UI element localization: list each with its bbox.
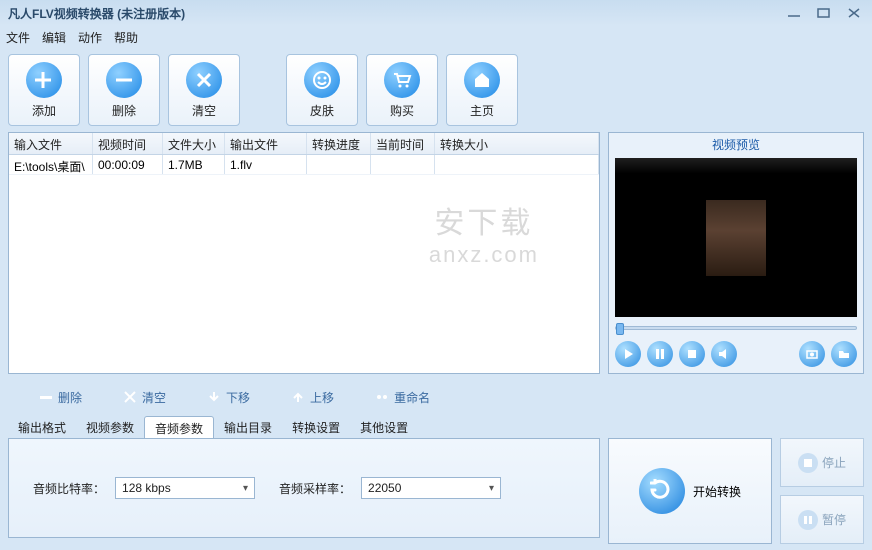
home-button[interactable]: 主页 (446, 54, 518, 126)
stop-icon (798, 453, 818, 473)
th-duration[interactable]: 视频时间 (93, 133, 163, 154)
cell-progress (307, 155, 371, 174)
stop-label: 停止 (822, 454, 846, 471)
th-outsize[interactable]: 转换大小 (435, 133, 599, 154)
convert-icon (639, 468, 685, 514)
skin-label: 皮肤 (310, 102, 334, 119)
start-label: 开始转换 (693, 483, 741, 500)
file-table[interactable]: 输入文件 视频时间 文件大小 输出文件 转换进度 当前时间 转换大小 E:\to… (8, 132, 600, 374)
samplerate-label: 音频采样率： (279, 480, 351, 497)
row-delete-button[interactable]: 删除 (38, 389, 82, 406)
menu-action[interactable]: 动作 (78, 29, 102, 46)
row-clear-button[interactable]: 清空 (122, 389, 166, 406)
plus-icon (26, 62, 62, 98)
chevron-down-icon: ▾ (243, 483, 248, 494)
cell-input: E:\tools\桌面\ (9, 155, 93, 174)
tab-audio-params[interactable]: 音频参数 (144, 416, 214, 438)
minimize-button[interactable] (784, 6, 804, 20)
cell-curtime (371, 155, 435, 174)
pause-label: 暂停 (822, 511, 846, 528)
clear-label: 清空 (192, 102, 216, 119)
th-input[interactable]: 输入文件 (9, 133, 93, 154)
volume-button[interactable] (711, 341, 737, 367)
chevron-down-icon: ▾ (489, 483, 494, 494)
delete-label: 删除 (112, 102, 136, 119)
video-thumbnail (706, 200, 766, 276)
x-icon (186, 62, 222, 98)
preview-screen[interactable] (615, 158, 857, 317)
buy-button[interactable]: 购买 (366, 54, 438, 126)
tab-output-format[interactable]: 输出格式 (8, 416, 76, 438)
tab-other-settings[interactable]: 其他设置 (350, 416, 418, 438)
window-title: 凡人FLV视频转换器 (未注册版本) (8, 5, 784, 22)
table-row[interactable]: E:\tools\桌面\ 00:00:09 1.7MB 1.flv (9, 155, 599, 175)
tab-output-dir[interactable]: 输出目录 (214, 416, 282, 438)
delete-button[interactable]: 删除 (88, 54, 160, 126)
cell-duration: 00:00:09 (93, 155, 163, 174)
th-progress[interactable]: 转换进度 (307, 133, 371, 154)
row-movedown-button[interactable]: 下移 (206, 389, 250, 406)
add-label: 添加 (32, 102, 56, 119)
seek-slider[interactable] (615, 321, 857, 335)
watermark: 安下载 anxz.com (429, 198, 539, 268)
arrow-down-icon (206, 389, 222, 405)
menu-edit[interactable]: 编辑 (42, 29, 66, 46)
stop-convert-button[interactable]: 停止 (780, 438, 864, 487)
start-convert-button[interactable]: 开始转换 (608, 438, 772, 544)
stop-button[interactable] (679, 341, 705, 367)
preview-title: 视频预览 (609, 133, 863, 156)
clear-button[interactable]: 清空 (168, 54, 240, 126)
cart-icon (384, 62, 420, 98)
pause-button[interactable] (647, 341, 673, 367)
samplerate-value: 22050 (368, 481, 401, 495)
home-icon (464, 62, 500, 98)
snapshot-button[interactable] (799, 341, 825, 367)
menu-help[interactable]: 帮助 (114, 29, 138, 46)
preview-panel: 视频预览 (608, 132, 864, 374)
close-button[interactable] (844, 6, 864, 20)
tab-video-params[interactable]: 视频参数 (76, 416, 144, 438)
bitrate-label: 音频比特率： (33, 480, 105, 497)
maximize-button[interactable] (814, 6, 834, 20)
th-output[interactable]: 输出文件 (225, 133, 307, 154)
cell-outsize (435, 155, 599, 174)
arrow-up-icon (290, 389, 306, 405)
tab-convert-settings[interactable]: 转换设置 (282, 416, 350, 438)
skin-button[interactable]: 皮肤 (286, 54, 358, 126)
pause-icon (798, 510, 818, 530)
minus-icon (38, 389, 54, 405)
bitrate-combo[interactable]: 128 kbps ▾ (115, 477, 255, 499)
row-moveup-button[interactable]: 上移 (290, 389, 334, 406)
th-curtime[interactable]: 当前时间 (371, 133, 435, 154)
bitrate-value: 128 kbps (122, 481, 171, 495)
smile-icon (304, 62, 340, 98)
row-rename-button[interactable]: 重命名 (374, 389, 430, 406)
home-label: 主页 (470, 102, 494, 119)
samplerate-combo[interactable]: 22050 ▾ (361, 477, 501, 499)
cell-size: 1.7MB (163, 155, 225, 174)
minus-icon (106, 62, 142, 98)
open-folder-button[interactable] (831, 341, 857, 367)
play-button[interactable] (615, 341, 641, 367)
rename-icon (374, 389, 390, 405)
pause-convert-button[interactable]: 暂停 (780, 495, 864, 544)
menu-file[interactable]: 文件 (6, 29, 30, 46)
add-button[interactable]: 添加 (8, 54, 80, 126)
th-size[interactable]: 文件大小 (163, 133, 225, 154)
buy-label: 购买 (390, 102, 414, 119)
x-icon (122, 389, 138, 405)
cell-output: 1.flv (225, 155, 307, 174)
